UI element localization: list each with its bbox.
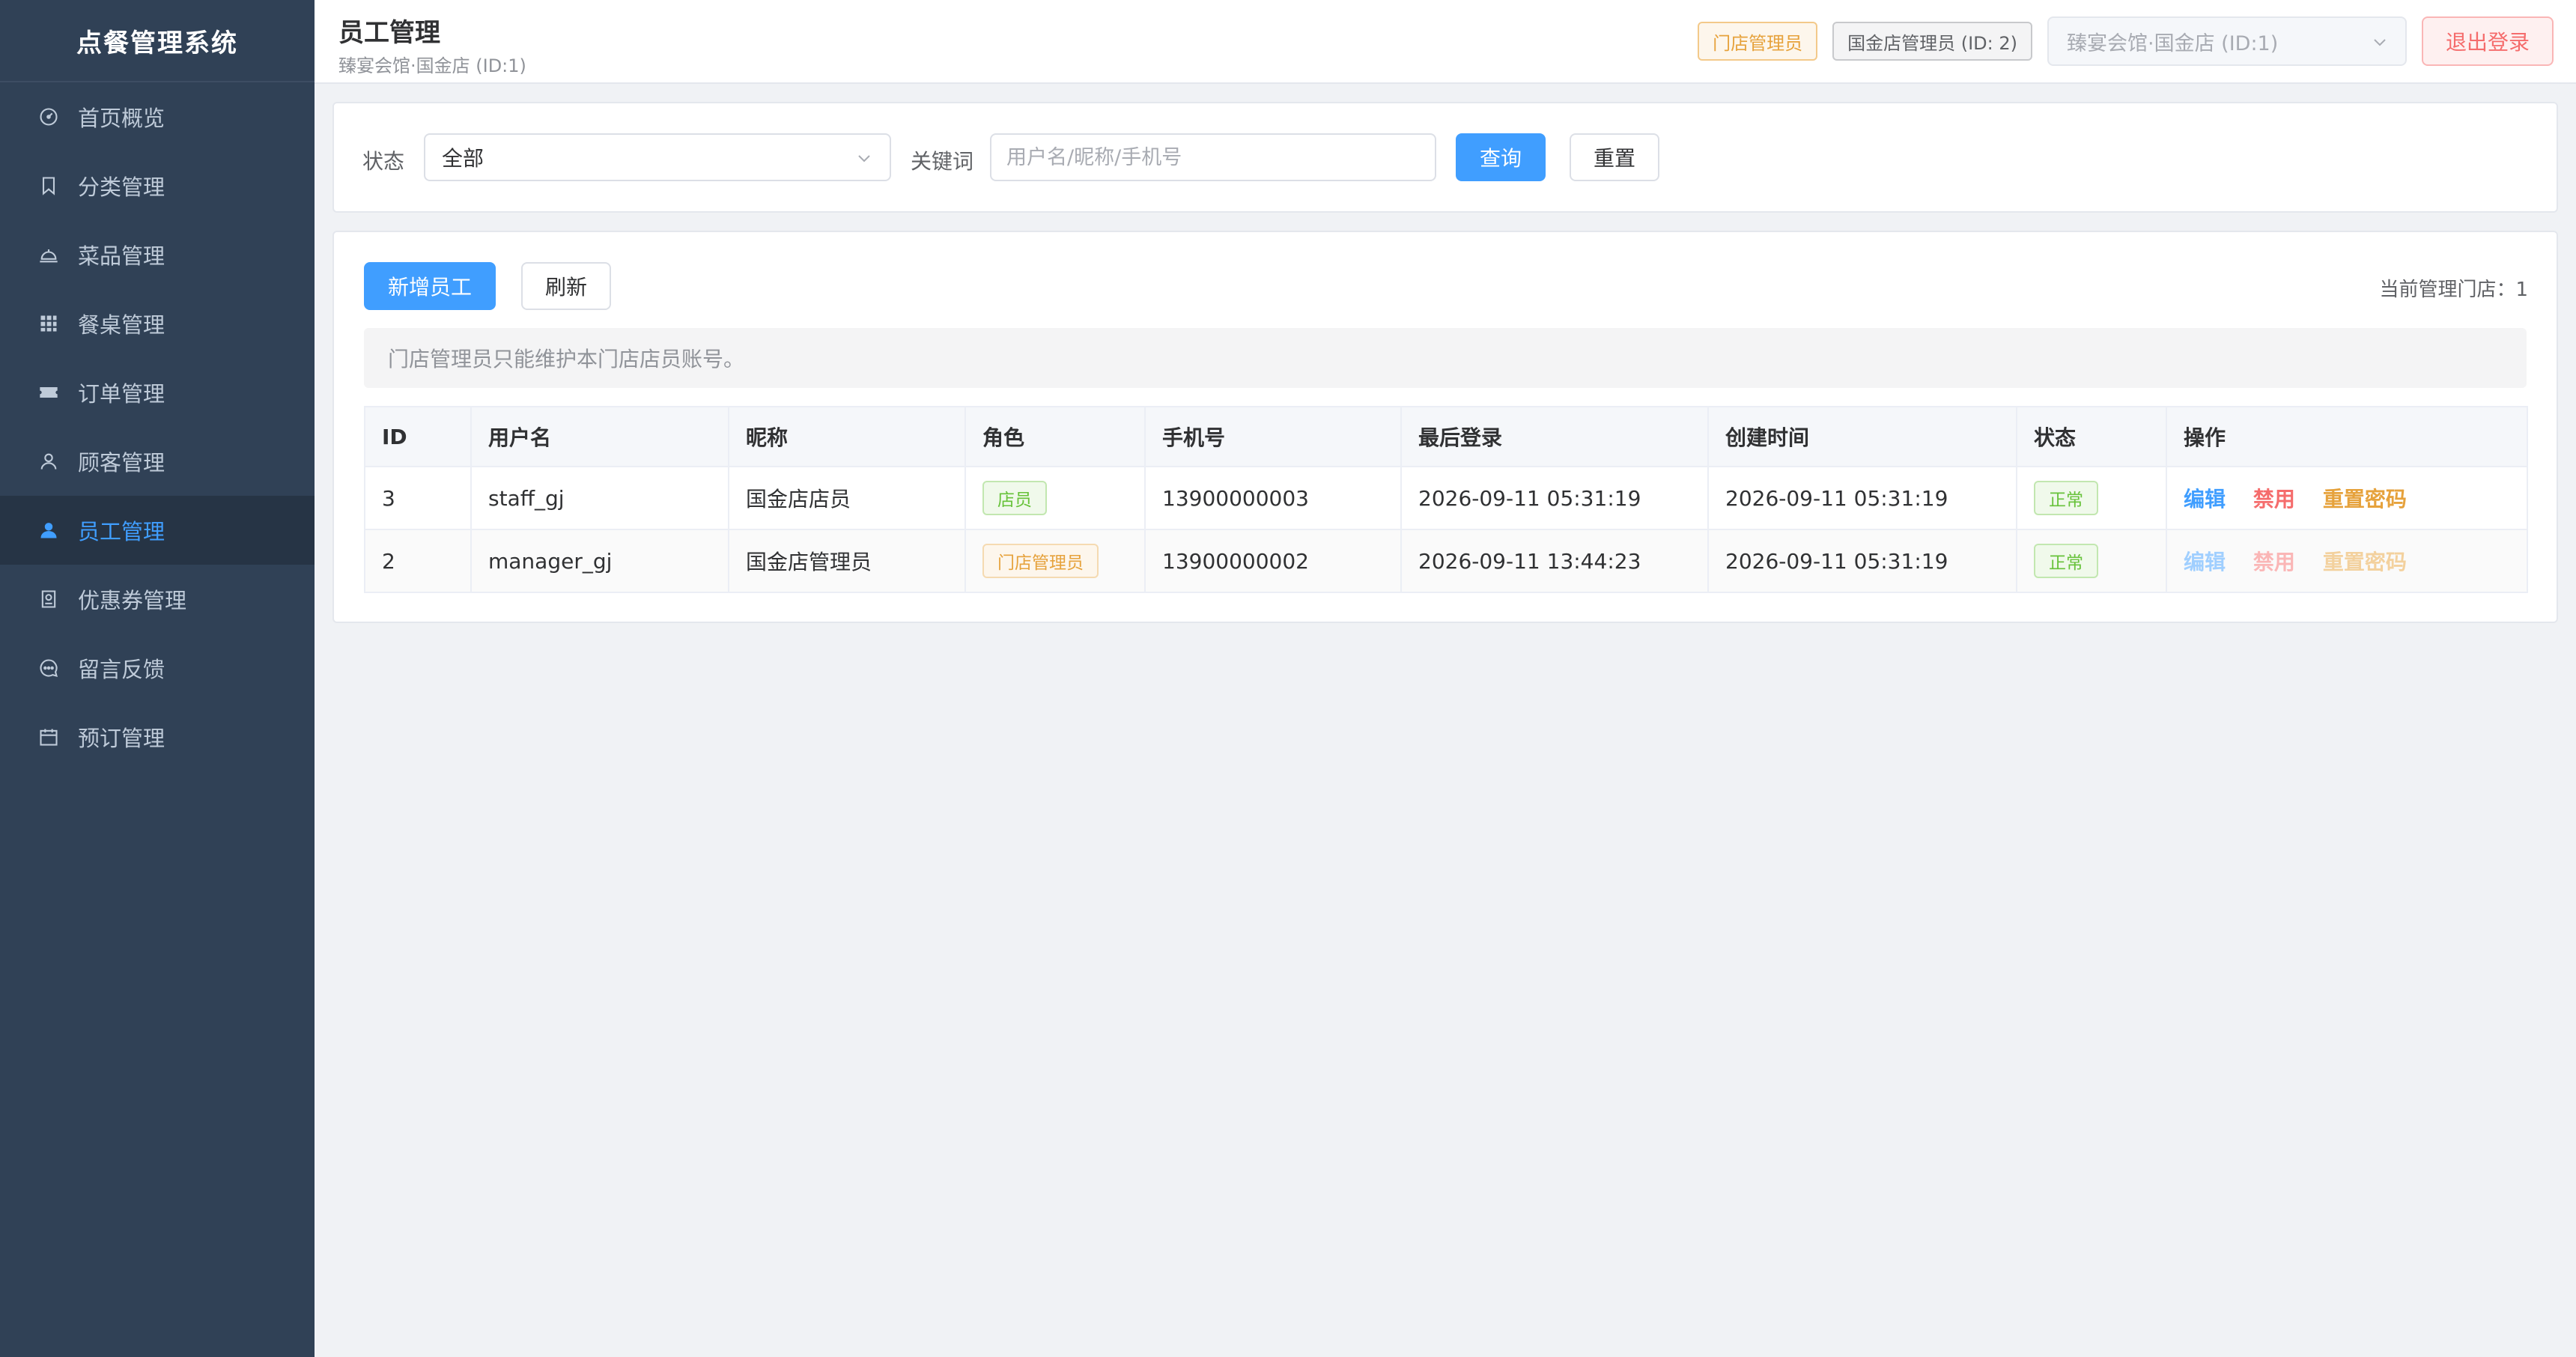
col-role: 角色: [965, 406, 1146, 467]
refresh-button[interactable]: 刷新: [521, 262, 611, 310]
cell-status: 正常: [2016, 466, 2167, 530]
sidebar-item-category[interactable]: 分类管理: [0, 151, 315, 220]
calendar-icon: [37, 726, 60, 748]
store-count: 当前管理门店：1: [2379, 279, 2528, 301]
edit-link: 编辑: [2184, 550, 2226, 574]
reset-password-link[interactable]: 重置密码: [2323, 487, 2407, 511]
col-status: 状态: [2016, 406, 2167, 467]
staff-table: ID 用户名 昵称 角色 手机号 最后登录 创建时间 状态 操作 3 staff: [364, 406, 2528, 593]
role-tag: 门店管理员: [982, 544, 1099, 578]
grid-icon: [37, 312, 60, 335]
col-id: ID: [364, 406, 472, 467]
edit-link[interactable]: 编辑: [2184, 487, 2226, 511]
reset-password-link: 重置密码: [2322, 550, 2407, 574]
col-last-login: 最后登录: [1400, 406, 1709, 467]
filter-panel: 状态 全部 关键词 查询 重置: [332, 102, 2558, 213]
cell-nickname: 国金店管理员: [728, 529, 966, 593]
app-title: 点餐管理系统: [0, 0, 315, 82]
logout-button[interactable]: 退出登录: [2422, 16, 2554, 66]
cell-phone: 13900000002: [1144, 529, 1402, 593]
chat-icon: [37, 657, 60, 679]
sidebar-item-label: 分类管理: [78, 174, 165, 200]
cell-id: 2: [364, 529, 472, 593]
sidebar-item-staff[interactable]: 员工管理: [0, 496, 315, 565]
col-actions: 操作: [2166, 406, 2528, 467]
store-select-value: 臻宴会馆·国金店 (ID:1): [2067, 31, 2279, 55]
page-title: 员工管理: [338, 18, 440, 48]
bookmark-icon: [37, 174, 60, 197]
cell-created: 2026-09-11 05:31:19: [1707, 466, 2017, 530]
sidebar-item-dishes[interactable]: 菜品管理: [0, 220, 315, 289]
cell-nickname: 国金店店员: [728, 466, 966, 530]
status-select[interactable]: 全部: [424, 133, 891, 181]
cell-username: manager_gj: [470, 529, 729, 593]
keyword-input[interactable]: [990, 133, 1436, 181]
user-icon: [37, 450, 60, 473]
chevron-down-icon: [858, 155, 870, 163]
sidebar: 点餐管理系统 首页概览 分类管理 菜品管理 餐桌管理 订单管理 顾客管理 员工管…: [0, 0, 315, 1357]
status-label: 状态: [362, 149, 405, 174]
sidebar-item-label: 菜品管理: [78, 243, 165, 269]
table-row: 3 staff_gj 国金店店员 店员 13900000003 2026-09-…: [364, 466, 2528, 530]
cell-status: 正常: [2016, 529, 2167, 593]
sidebar-item-feedback[interactable]: 留言反馈: [0, 634, 315, 702]
keyword-label: 关键词: [911, 149, 974, 174]
user-badge: 国金店管理员 (ID: 2): [1832, 22, 2032, 61]
table-header-row: ID 用户名 昵称 角色 手机号 最后登录 创建时间 状态 操作: [364, 406, 2528, 467]
col-phone: 手机号: [1144, 406, 1402, 467]
sidebar-item-orders[interactable]: 订单管理: [0, 358, 315, 427]
status-badge: 正常: [2034, 544, 2098, 578]
user-filled-icon: [37, 519, 60, 541]
sidebar-item-label: 首页概览: [78, 106, 165, 131]
header-actions: 门店管理员 国金店管理员 (ID: 2) 臻宴会馆·国金店 (ID:1) 退出登…: [1698, 16, 2554, 66]
app-root: 点餐管理系统 首页概览 分类管理 菜品管理 餐桌管理 订单管理 顾客管理 员工管…: [0, 0, 2576, 1357]
status-select-value: 全部: [442, 146, 484, 171]
query-button[interactable]: 查询: [1456, 133, 1546, 181]
reset-button[interactable]: 重置: [1570, 133, 1659, 181]
chevron-down-icon: [2374, 39, 2386, 46]
sidebar-item-label: 餐桌管理: [78, 312, 165, 338]
coupon-icon: [37, 588, 60, 610]
cell-role: 店员: [965, 466, 1146, 530]
add-staff-button[interactable]: 新增员工: [364, 262, 496, 310]
col-created: 创建时间: [1707, 406, 2017, 467]
sidebar-menu: 首页概览 分类管理 菜品管理 餐桌管理 订单管理 顾客管理 员工管理 优惠券管理…: [0, 82, 315, 771]
top-header: 员工管理 臻宴会馆·国金店 (ID:1) 门店管理员 国金店管理员 (ID: 2…: [315, 0, 2576, 84]
col-nickname: 昵称: [728, 406, 966, 467]
table-row: 2 manager_gj 国金店管理员 门店管理员 13900000002 20…: [364, 529, 2528, 593]
sidebar-item-reservations[interactable]: 预订管理: [0, 702, 315, 771]
dish-cloche-icon: [37, 243, 60, 266]
sidebar-item-customers[interactable]: 顾客管理: [0, 427, 315, 496]
cell-phone: 13900000003: [1144, 466, 1402, 530]
sidebar-item-label: 预订管理: [78, 726, 165, 751]
staff-table-panel: 新增员工 刷新 当前管理门店：1 门店管理员只能维护本门店店员账号。 ID 用户…: [332, 231, 2558, 623]
sidebar-item-label: 员工管理: [78, 519, 165, 544]
cell-last-login: 2026-09-11 13:44:23: [1400, 529, 1709, 593]
disable-link[interactable]: 禁用: [2253, 487, 2295, 511]
col-username: 用户名: [470, 406, 729, 467]
cell-last-login: 2026-09-11 05:31:19: [1400, 466, 1709, 530]
sidebar-item-dashboard[interactable]: 首页概览: [0, 82, 315, 151]
dashboard-icon: [37, 106, 60, 128]
sidebar-item-label: 顾客管理: [78, 450, 165, 476]
sidebar-item-label: 留言反馈: [78, 657, 165, 682]
ticket-icon: [37, 381, 60, 404]
sidebar-item-coupons[interactable]: 优惠券管理: [0, 565, 315, 634]
sidebar-item-label: 订单管理: [78, 381, 165, 407]
cell-username: staff_gj: [470, 466, 729, 530]
cell-created: 2026-09-11 05:31:19: [1707, 529, 2017, 593]
cell-actions: 编辑 禁用 重置密码: [2166, 529, 2528, 593]
role-badge: 门店管理员: [1698, 22, 1818, 61]
sidebar-item-tables[interactable]: 餐桌管理: [0, 289, 315, 358]
status-badge: 正常: [2034, 481, 2098, 515]
disable-link: 禁用: [2253, 550, 2295, 574]
cell-actions: 编辑 禁用 重置密码: [2166, 466, 2528, 530]
sidebar-item-label: 优惠券管理: [78, 588, 187, 613]
notice-bar: 门店管理员只能维护本门店店员账号。: [364, 328, 2527, 388]
store-select[interactable]: 臻宴会馆·国金店 (ID:1): [2047, 16, 2407, 66]
cell-id: 3: [364, 466, 472, 530]
role-tag: 店员: [982, 481, 1047, 515]
cell-role: 门店管理员: [965, 529, 1146, 593]
page-subtitle: 臻宴会馆·国金店 (ID:1): [338, 55, 526, 76]
